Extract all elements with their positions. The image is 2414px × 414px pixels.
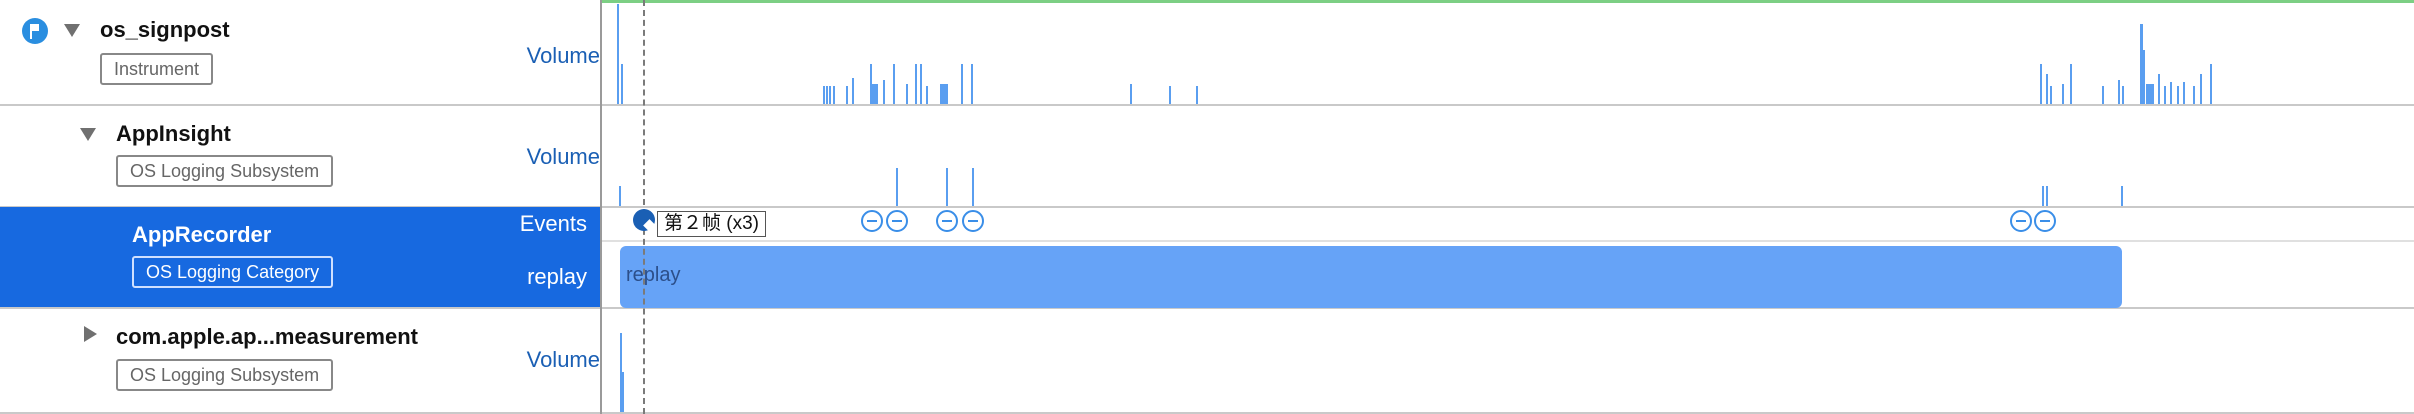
event-marker[interactable] — [2010, 210, 2032, 232]
event-marker[interactable] — [886, 210, 908, 232]
event-marker[interactable] — [936, 210, 958, 232]
event-pin-icon[interactable] — [633, 209, 655, 231]
timeline-graph[interactable] — [0, 0, 2414, 414]
volume-bars-measurement — [620, 333, 624, 412]
event-stem — [2046, 186, 2048, 206]
event-marker[interactable] — [962, 210, 984, 232]
volume-bars-appinsight — [619, 186, 2123, 206]
event-marker[interactable] — [2034, 210, 2056, 232]
playhead-cursor[interactable] — [643, 0, 645, 414]
event-stem — [972, 168, 974, 206]
event-marker[interactable] — [861, 210, 883, 232]
event-stem — [2042, 186, 2044, 206]
event-stem — [946, 168, 948, 206]
event-stem — [896, 168, 898, 206]
instruments-timeline: os_signpost Instrument Volume AppInsight… — [0, 0, 2414, 414]
volume-bars-os-signpost — [617, 4, 2212, 104]
replay-interval-bar[interactable] — [620, 246, 2122, 308]
event-tooltip: 第２帧 (x3) — [657, 211, 767, 237]
replay-interval-label: replay — [626, 264, 681, 286]
